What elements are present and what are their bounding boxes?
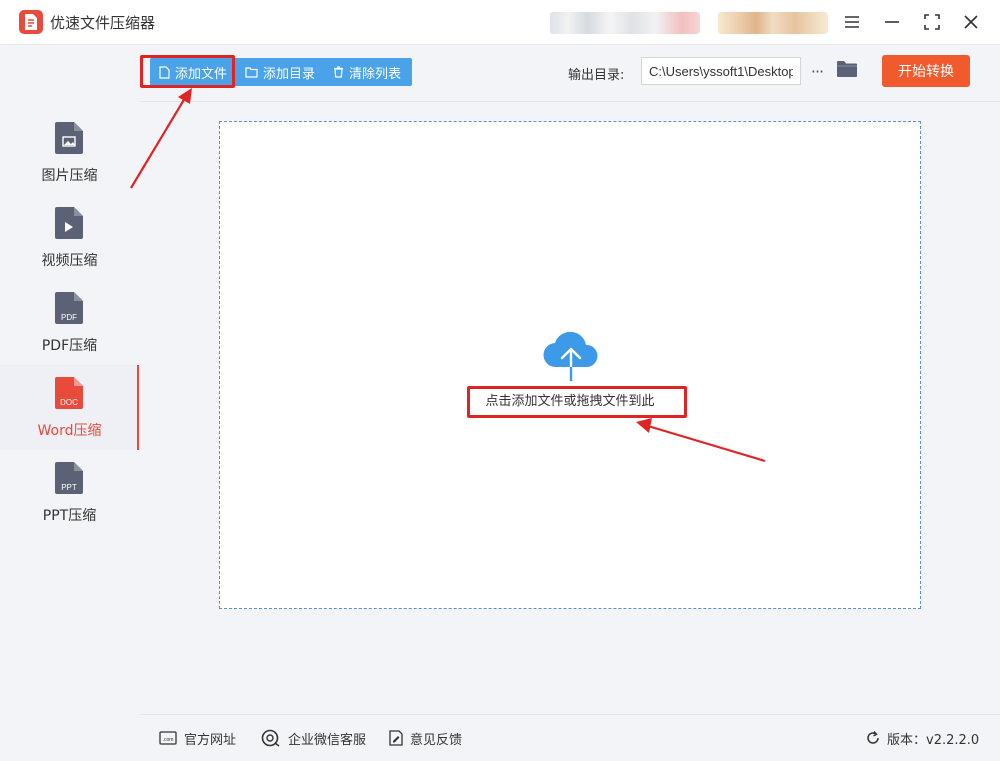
version-info: 版本：v2.2.2.0: [865, 729, 980, 748]
close-icon[interactable]: [959, 10, 983, 34]
start-convert-button[interactable]: 开始转换: [882, 55, 970, 87]
trash-icon: [334, 66, 344, 78]
add-file-label: 添加文件: [175, 66, 228, 82]
sidebar-item-word[interactable]: DOC Word压缩: [0, 365, 139, 450]
image-file-icon: [55, 122, 83, 154]
website-icon: .com: [159, 731, 177, 745]
menu-icon[interactable]: [840, 10, 864, 34]
file-tag: DOC: [60, 398, 78, 407]
add-file-button[interactable]: 添加文件: [150, 58, 236, 86]
file-tag: PDF: [61, 313, 77, 322]
official-website-label: 官方网址: [184, 732, 237, 748]
clear-list-label: 清除列表: [349, 66, 402, 82]
main-area: 点击添加文件或拖拽文件到此: [140, 102, 1000, 714]
maximize-icon[interactable]: [920, 10, 944, 34]
add-folder-button[interactable]: 添加目录: [236, 58, 324, 86]
blurred-region: [550, 12, 700, 34]
refresh-icon: [867, 731, 879, 744]
sidebar-footer: [0, 625, 139, 760]
feedback-label: 意见反馈: [410, 732, 463, 748]
status-bar: .com 官方网址 企业微信客服 意见反馈 版本：v2.2.2.0: [140, 714, 1000, 761]
feedback-icon: [389, 730, 403, 746]
folder-outline-icon: [245, 66, 258, 78]
file-drop-zone[interactable]: 点击添加文件或拖拽文件到此: [219, 121, 921, 609]
sidebar: 图片压缩 视频压缩 PDF PDF压缩 DOC Word压缩 PPT PPT压缩: [0, 45, 139, 625]
title-bar: 优速文件压缩器: [0, 0, 1000, 45]
sidebar-item-label: Word压缩: [37, 423, 102, 439]
wechat-icon: [261, 729, 280, 747]
open-folder-icon[interactable]: [836, 60, 860, 82]
file-icon: [159, 65, 170, 79]
version-label: 版本：v2.2.2.0: [887, 732, 980, 748]
feedback-link[interactable]: 意见反馈: [389, 729, 463, 748]
output-dir-input[interactable]: [641, 57, 801, 85]
minimize-icon[interactable]: [880, 10, 904, 34]
app-title: 优速文件压缩器: [50, 14, 156, 32]
file-actions-group: 添加文件 添加目录 清除列表: [150, 58, 412, 86]
sidebar-item-ppt[interactable]: PPT PPT压缩: [0, 450, 139, 535]
clear-list-button[interactable]: 清除列表: [324, 58, 410, 86]
sidebar-item-image[interactable]: 图片压缩: [0, 110, 139, 195]
sidebar-item-label: 视频压缩: [41, 253, 98, 269]
sidebar-item-label: 图片压缩: [41, 168, 98, 184]
output-dir-label: 输出目录:: [568, 68, 625, 83]
sidebar-item-pdf[interactable]: PDF PDF压缩: [0, 280, 139, 365]
file-tag: PPT: [61, 483, 77, 492]
sidebar-item-label: PPT压缩: [42, 508, 97, 524]
official-website-link[interactable]: .com 官方网址: [159, 729, 237, 748]
add-folder-label: 添加目录: [263, 66, 316, 82]
app-logo-icon: [19, 10, 43, 34]
svg-text:.com: .com: [163, 737, 174, 743]
wechat-service-label: 企业微信客服: [288, 732, 367, 748]
sidebar-item-video[interactable]: 视频压缩: [0, 195, 139, 280]
drop-hint-text: 点击添加文件或拖拽文件到此: [485, 394, 655, 409]
sidebar-item-label: PDF压缩: [41, 338, 98, 354]
blurred-region: [718, 12, 828, 34]
video-file-icon: [55, 207, 83, 239]
more-options-button[interactable]: ···: [806, 57, 828, 85]
wechat-service-link[interactable]: 企业微信客服: [261, 729, 367, 748]
toolbar: 添加文件 添加目录 清除列表 输出目录: ··· 开始转换: [140, 45, 1000, 102]
cloud-upload-icon: [543, 331, 598, 383]
